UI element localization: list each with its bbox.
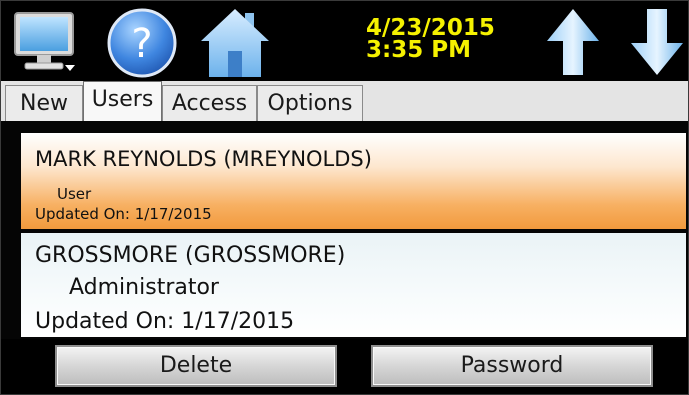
tab-access[interactable]: Access <box>162 85 257 121</box>
user-role: Administrator <box>69 275 219 300</box>
time-text: 3:35 PM <box>366 37 471 63</box>
tab-new[interactable]: New <box>5 85 83 121</box>
scroll-down-button[interactable] <box>629 7 685 77</box>
user-row[interactable]: GROSSMORE (GROSSMORE) Administrator Upda… <box>21 233 686 337</box>
up-arrow-icon <box>547 9 599 75</box>
tab-bar: New Users Access Options <box>1 81 688 121</box>
monitor-button[interactable] <box>13 7 77 73</box>
user-updated-date: Updated On: 1/17/2015 <box>35 205 212 223</box>
tab-options[interactable]: Options <box>257 85 363 121</box>
help-button[interactable]: ? <box>105 7 179 79</box>
user-role: User <box>57 185 92 203</box>
help-icon: ? <box>107 8 177 78</box>
user-row-selected[interactable]: MARK REYNOLDS (MREYNOLDS) User Updated O… <box>21 133 686 229</box>
user-name: GROSSMORE (GROSSMORE) <box>35 243 346 268</box>
user-name: MARK REYNOLDS (MREYNOLDS) <box>35 147 372 171</box>
date-time-display: 4/23/2015 3:35 PM <box>366 15 496 63</box>
tab-users[interactable]: Users <box>83 81 162 121</box>
user-list: MARK REYNOLDS (MREYNOLDS) User Updated O… <box>1 121 688 339</box>
down-arrow-icon <box>631 9 683 75</box>
delete-button[interactable]: Delete <box>55 345 337 387</box>
monitor-icon <box>14 12 75 71</box>
action-bar: Delete Password <box>1 339 688 394</box>
home-icon <box>201 9 269 77</box>
user-management-screen: ? 4/23/2015 3:35 PM New Users Access Opt… <box>0 0 689 395</box>
scroll-up-button[interactable] <box>545 7 601 77</box>
date-text: 4/23/2015 <box>366 15 495 41</box>
help-glyph: ? <box>131 21 152 67</box>
top-toolbar: ? 4/23/2015 3:35 PM <box>1 1 688 81</box>
home-button[interactable] <box>199 7 271 79</box>
user-updated-date: Updated On: 1/17/2015 <box>35 309 295 334</box>
password-button[interactable]: Password <box>371 345 653 387</box>
